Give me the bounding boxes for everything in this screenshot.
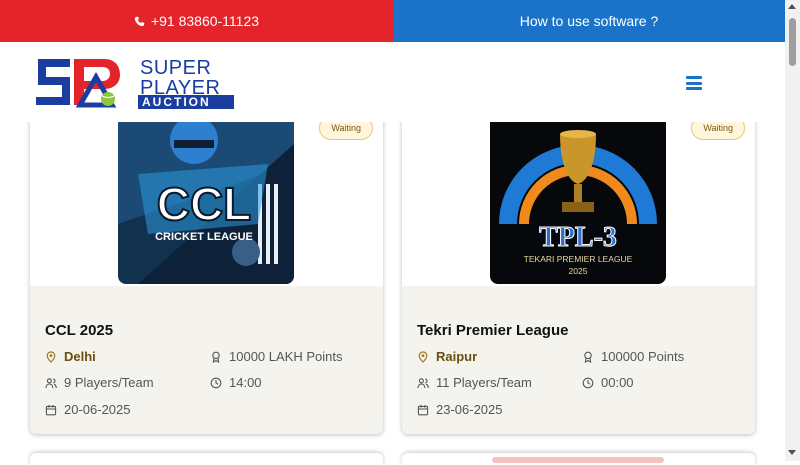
players-text: 9 Players/Team xyxy=(64,375,154,390)
scroll-down-arrow-icon[interactable] xyxy=(788,450,796,455)
calendar-icon xyxy=(45,404,57,415)
date-text: 20-06-2025 xyxy=(64,402,131,417)
calendar-icon xyxy=(417,404,429,415)
location-row: Delhi xyxy=(45,349,96,364)
location-text: Raipur xyxy=(436,349,478,364)
location-text: Delhi xyxy=(64,349,96,364)
players-text: 11 Players/Team xyxy=(436,375,532,390)
date-row: 20-06-2025 xyxy=(45,402,131,417)
date-row: 23-06-2025 xyxy=(417,402,503,417)
phone-icon xyxy=(134,16,145,26)
players-row: 9 Players/Team xyxy=(45,375,154,390)
tournament-card[interactable]: CCL CRICKET LEAGUE Waiting CCL 2025 Delh… xyxy=(30,94,383,434)
time-text: 14:00 xyxy=(229,375,262,390)
points-text: 100000 Points xyxy=(601,349,685,364)
brand-logo[interactable]: SUPER PLAYER AUCTION xyxy=(34,55,234,109)
date-text: 23-06-2025 xyxy=(436,402,503,417)
hamburger-line xyxy=(686,87,702,90)
top-bar: +91 83860-11123 How to use software ? xyxy=(0,0,785,42)
time-row: 14:00 xyxy=(210,375,262,390)
tpl-logo-year: 2025 xyxy=(569,266,588,276)
award-icon xyxy=(212,351,220,363)
how-to-use-label: How to use software ? xyxy=(519,13,659,29)
tournament-title[interactable]: CCL 2025 xyxy=(45,322,113,339)
time-text: 00:00 xyxy=(601,375,634,390)
clock-icon xyxy=(210,377,222,388)
page-scrollbar[interactable] xyxy=(785,0,800,461)
hamburger-line xyxy=(686,81,702,85)
tournament-card-partial[interactable] xyxy=(30,453,383,465)
users-icon xyxy=(45,377,57,388)
points-row: 100000 Points xyxy=(582,349,684,364)
phone-link[interactable]: +91 83860-11123 xyxy=(0,0,393,42)
tournament-card-partial[interactable] xyxy=(402,453,755,465)
award-icon xyxy=(584,351,592,363)
menu-toggle-button[interactable] xyxy=(686,76,702,90)
points-row: 10000 LAKH Points xyxy=(210,349,342,364)
players-row: 11 Players/Team xyxy=(417,375,532,390)
users-icon xyxy=(417,377,429,388)
logo-text-auction: AUCTION xyxy=(142,95,211,109)
tournament-title[interactable]: Tekri Premier League xyxy=(417,322,568,339)
scroll-up-arrow-icon[interactable] xyxy=(788,4,796,9)
map-pin-icon xyxy=(418,350,428,363)
clock-icon xyxy=(582,377,594,388)
tpl-logo-subtext: TEKARI PREMIER LEAGUE xyxy=(524,254,633,264)
hamburger-line xyxy=(686,76,702,79)
scrollbar-thumb[interactable] xyxy=(789,18,796,66)
phone-number: +91 83860-11123 xyxy=(150,13,260,29)
spa-monogram-icon xyxy=(36,59,120,108)
location-row: Raipur xyxy=(417,349,477,364)
tournament-card[interactable]: TPL-3 TEKARI PREMIER LEAGUE 2025 Waiting… xyxy=(402,94,755,434)
ccl-logo-text: CCL xyxy=(157,178,252,230)
tournament-logo-image: CCL CRICKET LEAGUE xyxy=(118,104,294,284)
points-text: 10000 LAKH Points xyxy=(229,349,343,364)
site-header: SUPER PLAYER AUCTION xyxy=(0,42,785,122)
card-image-edge xyxy=(492,457,664,463)
time-row: 00:00 xyxy=(582,375,634,390)
how-to-use-link[interactable]: How to use software ? xyxy=(393,0,785,42)
map-pin-icon xyxy=(46,350,56,363)
card-image-area: CCL CRICKET LEAGUE Waiting xyxy=(30,94,383,286)
tpl-logo-text: TPL-3 xyxy=(539,222,617,253)
tournament-logo-image: TPL-3 TEKARI PREMIER LEAGUE 2025 xyxy=(490,104,666,284)
ccl-logo-subtext: CRICKET LEAGUE xyxy=(155,231,253,243)
card-image-area: TPL-3 TEKARI PREMIER LEAGUE 2025 Waiting xyxy=(402,94,755,286)
